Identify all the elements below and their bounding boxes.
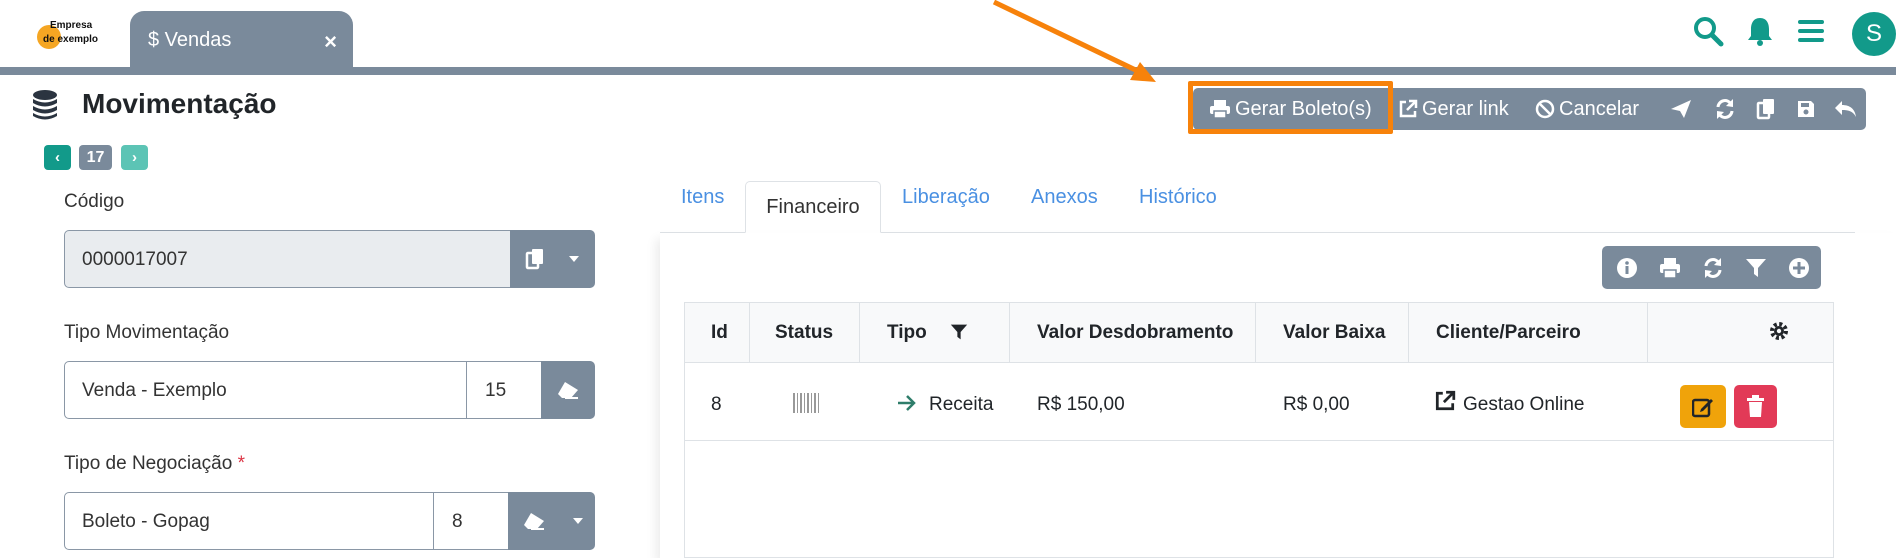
tipo-negociacao-label-text: Tipo de Negociação bbox=[64, 453, 233, 474]
tipo-movimentacao-code-value: 15 bbox=[485, 380, 507, 401]
tab-vendas[interactable]: $ Vendas × bbox=[130, 11, 353, 67]
record-number: 17 bbox=[79, 145, 112, 170]
required-mark: * bbox=[237, 453, 245, 474]
barcode-icon[interactable] bbox=[792, 392, 820, 414]
bell-icon[interactable] bbox=[1743, 14, 1777, 48]
column-divider bbox=[859, 303, 860, 362]
edit-icon bbox=[1692, 398, 1713, 418]
save-icon[interactable] bbox=[1796, 99, 1816, 119]
annotation-arrow bbox=[992, 0, 1156, 82]
column-divider bbox=[1009, 303, 1010, 362]
refresh-icon[interactable] bbox=[1702, 257, 1724, 279]
add-icon[interactable] bbox=[1788, 257, 1810, 279]
external-link-icon bbox=[1399, 99, 1418, 118]
company-name-line2: de exemplo bbox=[43, 34, 99, 45]
cell-tipo: Receita bbox=[929, 394, 994, 415]
refresh-icon[interactable] bbox=[1714, 98, 1736, 120]
column-header-valor-desdobramento[interactable]: Valor Desdobramento bbox=[1037, 322, 1233, 344]
column-divider bbox=[749, 303, 750, 362]
eraser-icon bbox=[558, 382, 578, 399]
tab-historico[interactable]: Histórico bbox=[1139, 186, 1217, 209]
ban-icon bbox=[1535, 99, 1555, 119]
chevron-down-icon[interactable] bbox=[572, 517, 584, 525]
eraser-icon[interactable] bbox=[522, 511, 546, 531]
cell-id: 8 bbox=[711, 394, 722, 415]
tab-anexos[interactable]: Anexos bbox=[1031, 186, 1098, 209]
info-icon[interactable] bbox=[1616, 257, 1638, 279]
tab-itens[interactable]: Itens bbox=[681, 186, 724, 209]
codigo-field[interactable]: 0000017007 bbox=[64, 230, 595, 288]
print-icon[interactable] bbox=[1659, 257, 1681, 279]
cell-valor-baixa: R$ 0,00 bbox=[1283, 394, 1350, 415]
coins-icon bbox=[33, 90, 57, 120]
search-icon[interactable] bbox=[1691, 14, 1725, 48]
external-link-icon[interactable] bbox=[1434, 390, 1456, 412]
tipo-negociacao-label: Tipo de Negociação * bbox=[64, 453, 245, 475]
company-name-line1: Empresa bbox=[50, 20, 93, 31]
close-icon[interactable]: × bbox=[324, 29, 337, 55]
edit-button[interactable] bbox=[1680, 385, 1726, 428]
tipo-movimentacao-field[interactable]: Venda - Exemplo 15 bbox=[64, 361, 595, 419]
column-header-id[interactable]: Id bbox=[711, 322, 728, 344]
cancelar-button[interactable]: Cancelar bbox=[1535, 88, 1639, 130]
codigo-label: Código bbox=[64, 191, 125, 212]
tab-liberacao[interactable]: Liberação bbox=[902, 186, 990, 209]
previous-record-button[interactable]: ‹ bbox=[44, 145, 71, 170]
cancelar-label: Cancelar bbox=[1559, 98, 1640, 120]
tipo-negociacao-addon bbox=[508, 492, 595, 550]
grid-toolbar bbox=[1602, 246, 1821, 289]
filter-icon[interactable] bbox=[1745, 257, 1767, 279]
column-header-cliente-parceiro[interactable]: Cliente/Parceiro bbox=[1436, 322, 1581, 344]
delete-button[interactable] bbox=[1734, 385, 1777, 428]
trash-icon bbox=[1747, 395, 1764, 417]
copy-icon[interactable] bbox=[525, 248, 545, 270]
arrow-right-icon bbox=[898, 395, 916, 411]
tipo-movimentacao-value: Venda - Exemplo bbox=[82, 380, 227, 401]
tipo-negociacao-code-value: 8 bbox=[452, 511, 463, 532]
top-bar-divider bbox=[0, 67, 1896, 75]
tipo-movimentacao-label: Tipo Movimentação bbox=[64, 322, 230, 343]
column-header-tipo[interactable]: Tipo bbox=[887, 322, 927, 344]
chevron-down-icon[interactable] bbox=[568, 255, 580, 263]
send-icon[interactable] bbox=[1670, 99, 1692, 119]
tab-financeiro[interactable]: Financeiro bbox=[745, 181, 881, 233]
tipo-negociacao-code[interactable]: 8 bbox=[433, 493, 509, 549]
filter-icon[interactable] bbox=[950, 323, 968, 341]
codigo-addon bbox=[510, 230, 595, 288]
tipo-negociacao-value: Boleto - Gopag bbox=[82, 511, 210, 532]
tipo-negociacao-field[interactable]: Boleto - Gopag 8 bbox=[64, 492, 595, 550]
annotation-highlight-box bbox=[1188, 81, 1393, 134]
row-divider bbox=[685, 440, 1833, 441]
column-divider bbox=[1255, 303, 1256, 362]
undo-icon[interactable] bbox=[1834, 99, 1858, 119]
cell-cliente-parceiro[interactable]: Gestao Online bbox=[1463, 394, 1584, 416]
table-header bbox=[685, 303, 1833, 363]
column-header-valor-baixa[interactable]: Valor Baixa bbox=[1283, 322, 1385, 344]
tab-vendas-label: $ Vendas bbox=[148, 29, 232, 51]
gerar-link-label: Gerar link bbox=[1422, 98, 1509, 120]
user-avatar[interactable]: S bbox=[1852, 12, 1896, 56]
next-record-button[interactable]: › bbox=[121, 145, 148, 170]
gear-icon[interactable] bbox=[1768, 320, 1790, 342]
cell-valor-desdobramento: R$ 150,00 bbox=[1037, 394, 1125, 415]
page-title: Movimentação bbox=[82, 88, 277, 119]
tipo-movimentacao-code[interactable]: 15 bbox=[466, 362, 542, 418]
column-header-status[interactable]: Status bbox=[775, 322, 833, 344]
codigo-value: 0000017007 bbox=[82, 249, 188, 270]
copy-icon[interactable] bbox=[1756, 98, 1776, 120]
menu-icon[interactable] bbox=[1794, 14, 1828, 48]
column-divider bbox=[1647, 303, 1648, 362]
column-divider bbox=[1408, 303, 1409, 362]
gerar-link-button[interactable]: Gerar link bbox=[1398, 88, 1509, 130]
tipo-movimentacao-clear[interactable] bbox=[541, 361, 595, 419]
